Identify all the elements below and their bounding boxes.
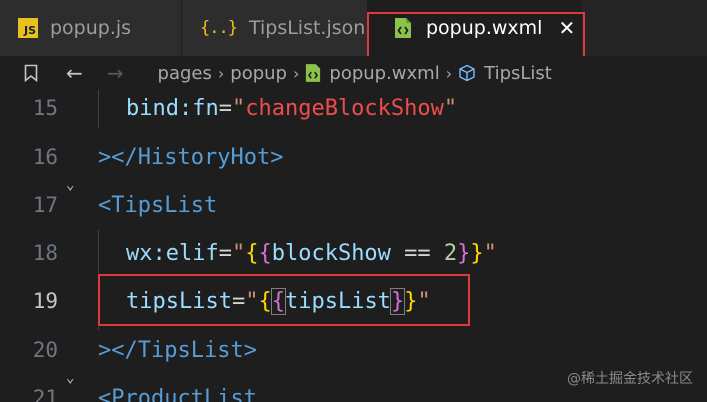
code-token: = — [218, 95, 232, 121]
code-token: " — [245, 288, 259, 314]
code-token: == — [390, 240, 444, 266]
code-token: { — [270, 287, 286, 315]
line-number: 18 — [32, 241, 58, 265]
code-token: HistoryHot — [137, 144, 271, 170]
code-token: ></ — [98, 337, 138, 363]
breadcrumb-item-popup[interactable]: popup — [230, 63, 287, 84]
tab-tipslist-json[interactable]: {..} TipsList.json — [182, 0, 368, 56]
breadcrumb-separator: › — [292, 63, 300, 83]
xml-file-icon — [306, 64, 321, 82]
code-token: " — [443, 95, 458, 121]
code-text: ></HistoryHot> — [98, 145, 283, 170]
code-token: } — [457, 240, 471, 266]
code-token: tipsList — [284, 288, 391, 314]
back-arrow-icon[interactable]: ← — [66, 61, 83, 85]
line-number: 15 — [32, 96, 58, 120]
line-number: 20 — [32, 338, 58, 362]
code-token: = — [231, 288, 246, 314]
breadcrumb-item-symbol[interactable]: TipsList — [484, 63, 552, 84]
code-token: { — [258, 240, 272, 266]
code-token: bind:fn — [126, 95, 219, 121]
code-token: wx:elif — [126, 240, 219, 266]
code-token: 2 — [443, 240, 458, 266]
tab-label: popup.js — [50, 17, 132, 39]
code-line[interactable]: 18 wx:elif="{{blockShow == 2}}" — [0, 229, 707, 277]
code-token: changeBlockShow — [245, 95, 444, 121]
code-line[interactable]: 20 ></TipsList> — [0, 326, 707, 374]
code-token: { — [258, 288, 272, 314]
fold-chevron-icon[interactable]: ⌄ — [66, 177, 74, 193]
code-editor[interactable]: 15 bind:fn="changeBlockShow" 16 ></HistoryH… — [0, 90, 707, 402]
fold-chevron-icon[interactable]: ⌄ — [66, 370, 74, 386]
code-token: } — [470, 240, 484, 266]
watermark: @稀土掘金技术社区 — [567, 371, 693, 387]
code-line[interactable]: 15 bind:fn="changeBlockShow" — [0, 84, 707, 132]
line-number: 21 — [32, 386, 58, 402]
code-text: ></TipsList> — [98, 338, 257, 363]
code-text: bind:fn="changeBlockShow" — [126, 96, 457, 121]
code-token: = — [218, 240, 232, 266]
code-token: ProductList — [111, 385, 257, 402]
xml-file-icon — [395, 18, 411, 38]
breadcrumb-item-pages[interactable]: pages — [158, 63, 212, 84]
json-icon: {..} — [200, 18, 238, 38]
tab-popup-wxml[interactable]: popup.wxml ✕ — [368, 0, 582, 56]
tab-bar: JS popup.js {..} TipsList.json popup.wxm… — [0, 0, 707, 56]
code-token: < — [98, 192, 112, 218]
tab-label: TipsList.json — [248, 17, 366, 39]
line-number: 17 — [32, 193, 58, 217]
line-number: 19 — [32, 289, 58, 313]
code-line[interactable]: 17 ⌄ <TipsList — [0, 177, 707, 229]
code-token: " — [231, 95, 246, 121]
code-token: < — [98, 385, 112, 402]
code-token: } — [404, 288, 418, 314]
tab-bar-empty — [582, 0, 707, 56]
code-token: ></ — [98, 144, 138, 170]
code-token: " — [231, 240, 246, 266]
code-text: <TipsList — [98, 193, 217, 218]
forward-arrow-icon[interactable]: → — [107, 61, 124, 85]
code-token: > — [270, 144, 284, 170]
code-line[interactable]: 16 ></HistoryHot> — [0, 133, 707, 181]
code-token: blockShow — [271, 240, 391, 266]
code-text: tipsList="{{tipsList}}" — [126, 287, 431, 315]
code-token: TipsList — [137, 337, 244, 363]
code-text: <ProductList — [98, 386, 257, 402]
breadcrumb-separator: › — [445, 63, 453, 83]
code-token: TipsList — [111, 192, 218, 218]
js-icon: JS — [18, 18, 38, 38]
code-token: " — [417, 288, 431, 314]
code-token: > — [243, 337, 257, 363]
code-line[interactable]: 19 tipsList="{{tipsList}}" — [0, 277, 707, 325]
tab-popup-js[interactable]: JS popup.js — [0, 0, 182, 56]
tab-label: popup.wxml — [426, 17, 543, 39]
code-text: wx:elif="{{blockShow == 2}}" — [126, 241, 497, 266]
component-cube-icon — [459, 64, 475, 82]
breadcrumb-item-file[interactable]: popup.wxml — [329, 63, 439, 84]
code-token: } — [389, 287, 406, 315]
bookmark-icon[interactable] — [24, 64, 38, 82]
line-number: 16 — [32, 145, 58, 169]
code-token: " — [483, 240, 497, 266]
code-token: tipsList — [126, 288, 232, 314]
close-icon[interactable]: ✕ — [558, 16, 575, 40]
breadcrumb-separator: › — [217, 63, 225, 83]
code-token: { — [245, 240, 259, 266]
